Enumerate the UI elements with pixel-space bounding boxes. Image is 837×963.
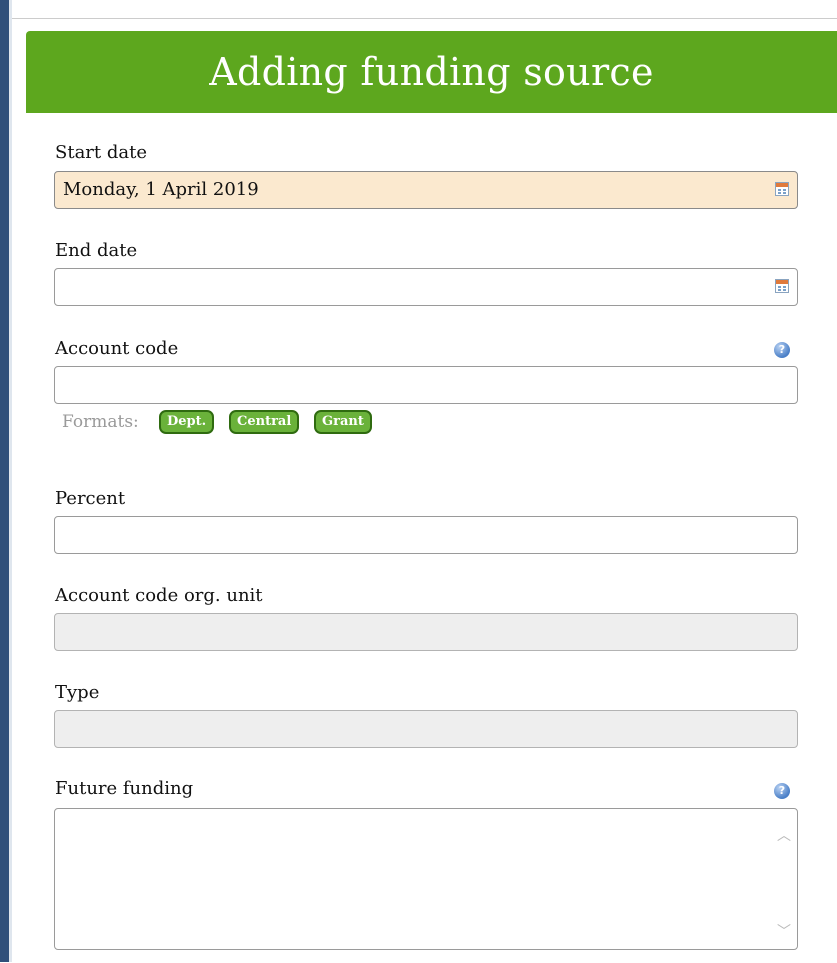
scroll-up-arrow-icon[interactable]: ︿	[777, 829, 791, 843]
calendar-icon[interactable]	[775, 182, 789, 196]
type-label: Type	[55, 682, 100, 703]
percent-label: Percent	[55, 488, 126, 509]
end-date-input[interactable]	[54, 268, 798, 306]
formats-label: Formats:	[62, 412, 139, 432]
account-code-label: Account code	[55, 338, 179, 359]
dialog-header: Adding funding source	[26, 31, 837, 113]
format-dept-button[interactable]: Dept.	[159, 410, 215, 434]
account-code-input[interactable]	[54, 366, 798, 404]
help-icon[interactable]: ?	[774, 342, 790, 358]
help-icon[interactable]: ?	[774, 783, 790, 799]
scroll-down-arrow-icon[interactable]: ﹀	[777, 925, 791, 939]
format-central-button[interactable]: Central	[229, 410, 300, 434]
end-date-label: End date	[55, 240, 138, 261]
org-unit-field	[54, 613, 798, 651]
org-unit-label: Account code org. unit	[55, 585, 263, 606]
dialog-title: Adding funding source	[209, 50, 654, 94]
type-field	[54, 710, 798, 748]
start-date-label: Start date	[55, 142, 147, 163]
calendar-icon[interactable]	[775, 279, 789, 293]
percent-input[interactable]	[54, 516, 798, 554]
start-date-input[interactable]: Monday, 1 April 2019	[54, 171, 798, 209]
format-grant-button[interactable]: Grant	[314, 410, 372, 434]
future-funding-label: Future funding	[55, 778, 194, 799]
start-date-value: Monday, 1 April 2019	[63, 179, 259, 200]
future-funding-textarea[interactable]: ︿ ﹀	[54, 808, 798, 950]
window-left-edge	[0, 0, 9, 962]
